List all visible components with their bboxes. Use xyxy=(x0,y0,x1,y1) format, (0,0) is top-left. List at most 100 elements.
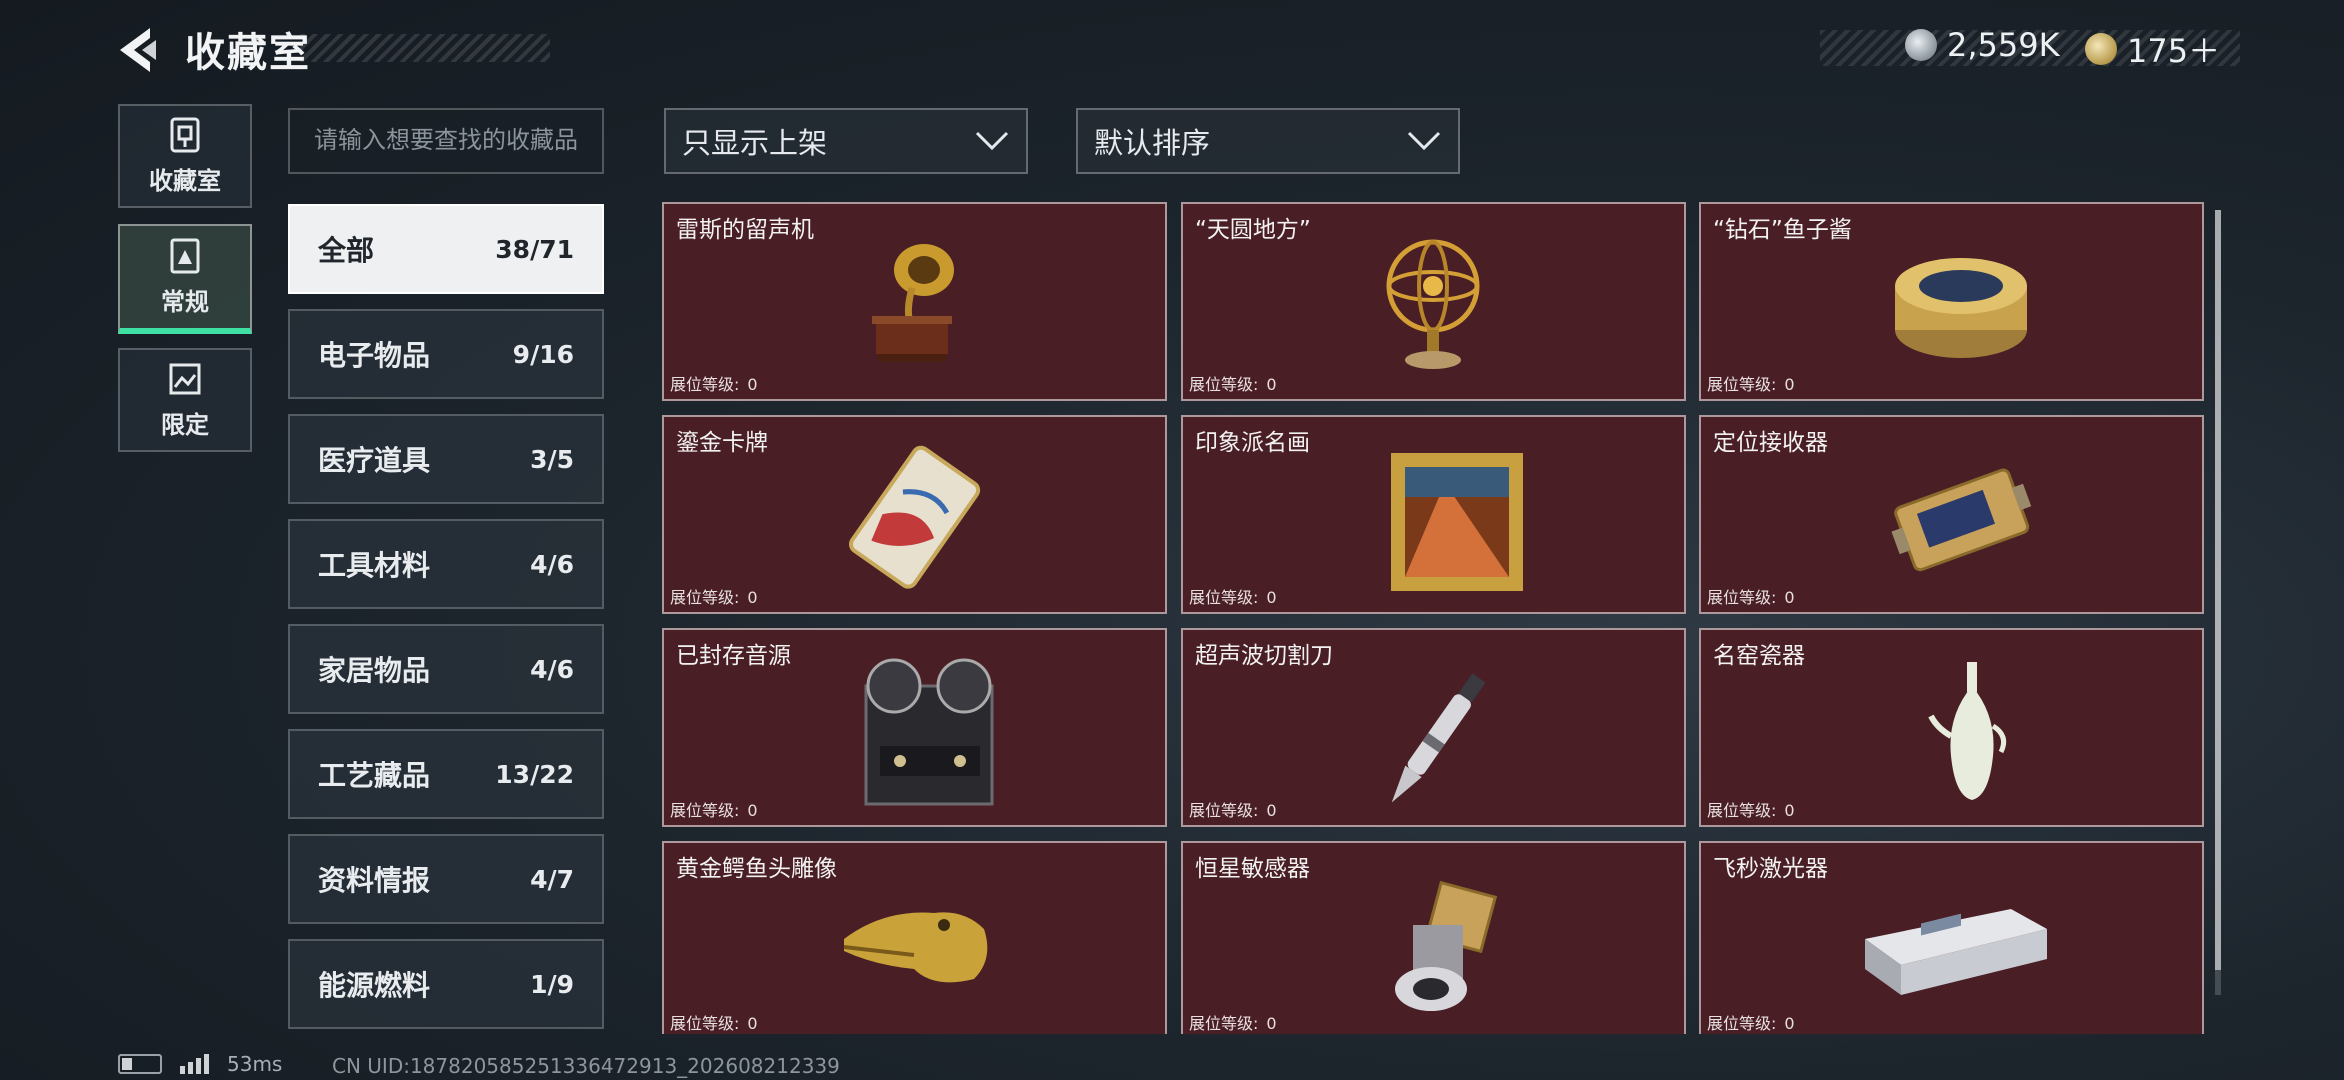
item-name: 已封存音源 xyxy=(676,643,791,669)
category-count: 4/6 xyxy=(530,549,574,579)
booth-level-label: 展位等级: xyxy=(1189,588,1259,607)
booth-level-label: 展位等级: xyxy=(1189,801,1259,820)
collection-grid: 雷斯的留声机 展位等级: 0 “天圆地方” 展位等级: 0 “钻石”鱼子酱 展位… xyxy=(662,202,2207,1034)
battery-icon xyxy=(118,1054,162,1074)
search-box[interactable] xyxy=(288,108,604,174)
category-count: 13/22 xyxy=(495,759,574,789)
side-tab-collection-room[interactable]: 收藏室 xyxy=(118,104,252,208)
item-card[interactable]: 恒星敏感器 展位等级: 0 xyxy=(1181,841,1686,1034)
grid-scrollbar-thumb[interactable] xyxy=(2215,210,2221,970)
category-tools[interactable]: 工具材料 4/6 xyxy=(288,519,604,609)
booth-level: 展位等级: 0 xyxy=(670,797,758,821)
item-card[interactable]: 飞秒激光器 展位等级: 0 xyxy=(1699,841,2204,1034)
side-tab-limited[interactable]: 限定 xyxy=(118,348,252,452)
currency-silver: 2,559K xyxy=(1905,26,2060,64)
booth-level-value: 0 xyxy=(1784,1014,1795,1033)
booth-level-label: 展位等级: xyxy=(1189,375,1259,394)
booth-level: 展位等级: 0 xyxy=(1707,584,1795,608)
vault-icon xyxy=(170,117,200,152)
booth-level-label: 展位等级: xyxy=(670,1014,740,1033)
sort-dropdown[interactable]: 默认排序 xyxy=(1076,108,1460,174)
item-card[interactable]: 雷斯的留声机 展位等级: 0 xyxy=(662,202,1167,401)
shelf-filter-dropdown[interactable]: 只显示上架 xyxy=(664,108,1028,174)
booth-level: 展位等级: 0 xyxy=(1707,1010,1795,1034)
shelf-filter-value: 只显示上架 xyxy=(682,126,828,160)
booth-level-label: 展位等级: xyxy=(1707,588,1777,607)
category-count: 4/6 xyxy=(530,654,574,684)
search-input[interactable] xyxy=(312,126,580,156)
side-tab-label: 收藏室 xyxy=(149,166,221,195)
booth-level-value: 0 xyxy=(1784,588,1795,607)
item-name: 雷斯的留声机 xyxy=(676,217,814,243)
item-name: 恒星敏感器 xyxy=(1195,856,1310,882)
side-tab-label: 限定 xyxy=(161,410,209,439)
item-card[interactable]: 超声波切割刀 展位等级: 0 xyxy=(1181,628,1686,827)
item-card[interactable]: 定位接收器 展位等级: 0 xyxy=(1699,415,2204,614)
item-card[interactable]: 鎏金卡牌 展位等级: 0 xyxy=(662,415,1167,614)
porcelain-vase-icon xyxy=(1928,662,2007,800)
booth-level-value: 0 xyxy=(1784,801,1795,820)
gold-crocodile-head-icon xyxy=(843,912,988,983)
item-card[interactable]: 名窑瓷器 展位等级: 0 xyxy=(1699,628,2204,827)
category-energy[interactable]: 能源燃料 1/9 xyxy=(288,939,604,1029)
category-household[interactable]: 家居物品 4/6 xyxy=(288,624,604,714)
booth-level-value: 0 xyxy=(747,1014,758,1033)
framed-painting-icon xyxy=(1391,453,1523,591)
item-card[interactable]: “天圆地方” 展位等级: 0 xyxy=(1181,202,1686,401)
caviar-tin-icon xyxy=(1895,258,2027,358)
category-name: 电子物品 xyxy=(318,339,431,372)
latency-text: 53ms xyxy=(227,1052,283,1076)
item-card[interactable]: “钻石”鱼子酱 展位等级: 0 xyxy=(1699,202,2204,401)
item-name: 名窑瓷器 xyxy=(1713,643,1805,669)
category-name: 资料情报 xyxy=(318,864,431,897)
booth-level-value: 0 xyxy=(747,801,758,820)
category-crafts[interactable]: 工艺藏品 13/22 xyxy=(288,729,604,819)
currency-gold[interactable]: 175＋ xyxy=(2085,26,2220,72)
category-count: 9/16 xyxy=(512,339,574,369)
back-arrow-icon[interactable] xyxy=(112,22,182,78)
booth-level-value: 0 xyxy=(1266,1014,1277,1033)
booth-level: 展位等级: 0 xyxy=(670,1010,758,1034)
gps-receiver-icon xyxy=(1891,468,2032,572)
booth-level: 展位等级: 0 xyxy=(1189,797,1277,821)
booth-level-label: 展位等级: xyxy=(670,801,740,820)
category-medical[interactable]: 医疗道具 3/5 xyxy=(288,414,604,504)
side-tab-regular[interactable]: 常规 xyxy=(118,224,252,334)
category-name: 工具材料 xyxy=(318,549,431,582)
reel-recorder-icon xyxy=(864,658,994,806)
status-bar: 53ms xyxy=(118,1052,282,1076)
booth-level-label: 展位等级: xyxy=(1707,1014,1777,1033)
booth-level-label: 展位等级: xyxy=(670,375,740,394)
page-title: 收藏室 xyxy=(185,30,311,76)
category-intel[interactable]: 资料情报 4/7 xyxy=(288,834,604,924)
category-name: 工艺藏品 xyxy=(318,759,431,792)
item-name: 超声波切割刀 xyxy=(1195,643,1333,669)
category-name: 家居物品 xyxy=(318,654,431,687)
side-tab-label: 常规 xyxy=(161,287,209,316)
item-name: 鎏金卡牌 xyxy=(676,430,768,456)
booth-level: 展位等级: 0 xyxy=(670,371,758,395)
item-card[interactable]: 黄金鳄鱼头雕像 展位等级: 0 xyxy=(662,841,1167,1034)
category-electronics[interactable]: 电子物品 9/16 xyxy=(288,309,604,399)
booth-level-label: 展位等级: xyxy=(1707,375,1777,394)
gilded-card-icon xyxy=(849,445,981,589)
category-all[interactable]: 全部 38/71 xyxy=(288,204,604,294)
booth-level-label: 展位等级: xyxy=(1707,801,1777,820)
chevron-down-icon xyxy=(975,131,1009,151)
femtosecond-laser-icon xyxy=(1865,909,2047,995)
booth-level: 展位等级: 0 xyxy=(1189,371,1277,395)
currency-gold-value: 175＋ xyxy=(2127,32,2221,70)
category-name: 医疗道具 xyxy=(318,444,431,477)
item-card[interactable]: 印象派名画 展位等级: 0 xyxy=(1181,415,1686,614)
booth-level-value: 0 xyxy=(1266,801,1277,820)
category-count: 3/5 xyxy=(530,444,574,474)
currency-silver-value: 2,559K xyxy=(1947,26,2060,64)
booth-level: 展位等级: 0 xyxy=(1707,797,1795,821)
item-name: 印象派名画 xyxy=(1195,430,1310,456)
item-name: “钻石”鱼子酱 xyxy=(1713,217,1852,243)
booth-level-value: 0 xyxy=(1266,375,1277,394)
item-card[interactable]: 已封存音源 展位等级: 0 xyxy=(662,628,1167,827)
booth-level: 展位等级: 0 xyxy=(1707,371,1795,395)
category-count: 4/7 xyxy=(530,864,574,894)
category-name: 全部 xyxy=(318,234,375,267)
